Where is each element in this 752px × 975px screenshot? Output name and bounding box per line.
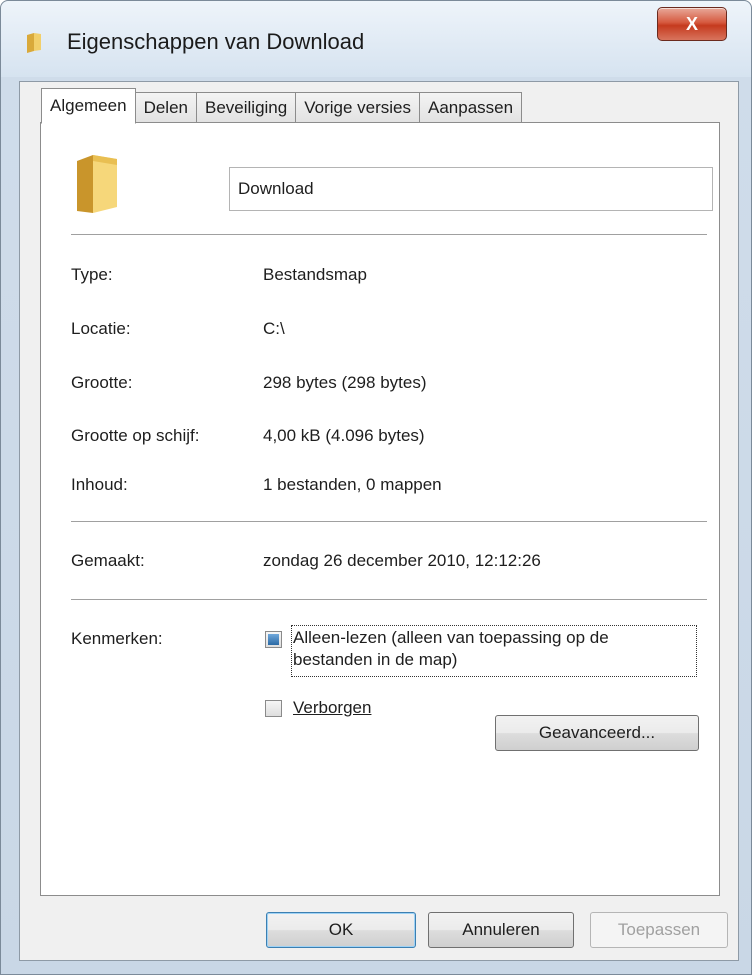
size-label: Grootte:: [71, 373, 133, 392]
size-value: 298 bytes (298 bytes): [263, 373, 427, 392]
apply-button[interactable]: Toepassen: [590, 912, 728, 948]
close-button[interactable]: X: [657, 7, 727, 41]
readonly-checkbox[interactable]: [265, 631, 282, 648]
folder-icon: [27, 33, 41, 53]
close-icon: X: [685, 13, 698, 34]
size-on-disk-value: 4,00 kB (4.096 bytes): [263, 426, 425, 445]
cancel-button[interactable]: Annuleren: [428, 912, 574, 948]
contents-value: 1 bestanden, 0 mappen: [263, 475, 442, 494]
general-panel: Type: Bestandsmap Locatie: C:\ Grootte: …: [40, 122, 720, 896]
tab-delen[interactable]: Delen: [134, 92, 197, 122]
hidden-checkbox[interactable]: [265, 700, 282, 717]
separator: [71, 599, 707, 600]
location-value: C:\: [263, 319, 285, 338]
created-value: zondag 26 december 2010, 12:12:26: [263, 551, 541, 570]
tab-vorige-versies[interactable]: Vorige versies: [295, 92, 420, 122]
title-bar[interactable]: Eigenschappen van Download X: [1, 1, 751, 77]
advanced-button[interactable]: Geavanceerd...: [495, 715, 699, 751]
location-label: Locatie:: [71, 319, 131, 338]
tab-beveiliging[interactable]: Beveiliging: [195, 92, 297, 122]
separator: [71, 234, 707, 235]
contents-label: Inhoud:: [71, 475, 128, 494]
attributes-label: Kenmerken:: [71, 629, 163, 648]
window-title: Eigenschappen van Download: [67, 29, 365, 54]
type-value: Bestandsmap: [263, 265, 367, 284]
created-label: Gemaakt:: [71, 551, 145, 570]
folder-name-input[interactable]: [229, 167, 713, 211]
type-label: Type:: [71, 265, 113, 284]
properties-dialog: Eigenschappen van Download X Algemeen De…: [0, 0, 752, 975]
size-on-disk-label: Grootte op schijf:: [71, 426, 200, 445]
separator: [71, 521, 707, 522]
tab-strip: Algemeen Delen Beveiliging Vorige versie…: [41, 88, 523, 124]
ok-button[interactable]: OK: [266, 912, 416, 948]
folder-icon: [77, 155, 117, 213]
hidden-label[interactable]: Verborgen: [293, 697, 371, 719]
dialog-client: Algemeen Delen Beveiliging Vorige versie…: [19, 81, 739, 961]
focus-rectangle: [291, 625, 697, 677]
tab-algemeen[interactable]: Algemeen: [41, 88, 136, 124]
tab-aanpassen[interactable]: Aanpassen: [419, 92, 523, 122]
